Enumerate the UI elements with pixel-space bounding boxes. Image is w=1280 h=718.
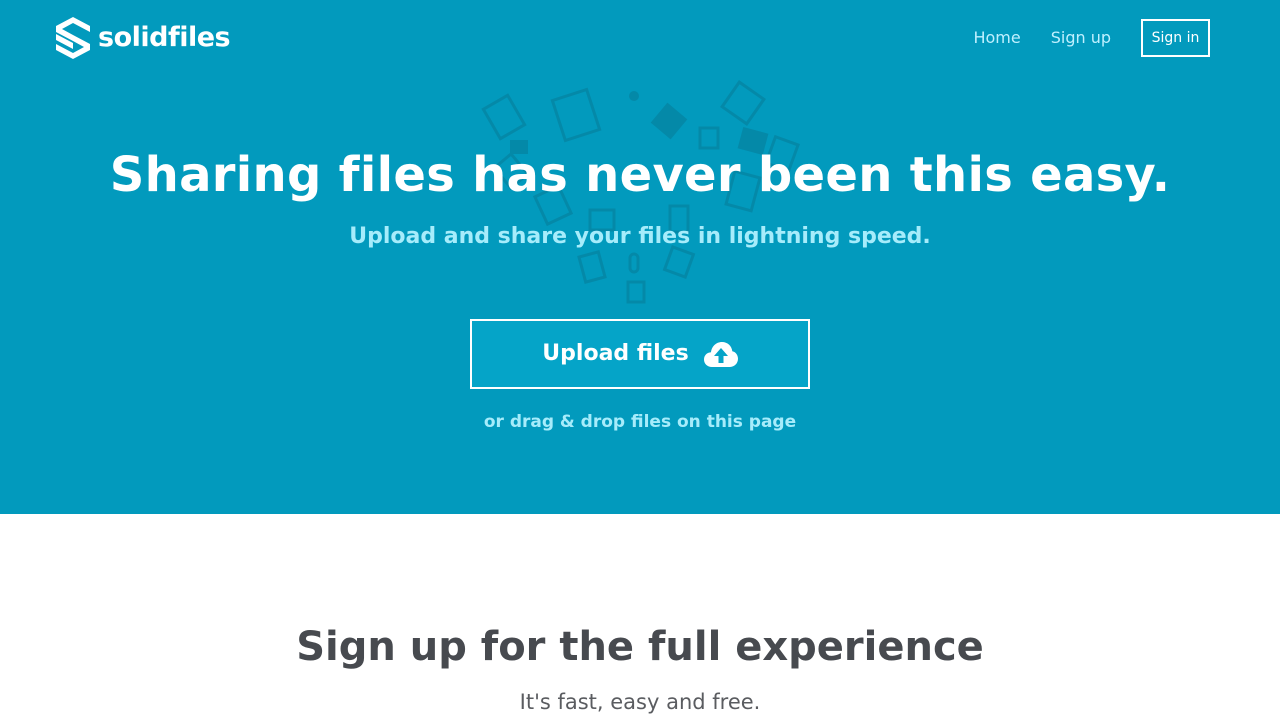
hero-section: solidfiles Home Sign up Sign in Sharing … — [0, 0, 1280, 514]
brand-name: solidfiles — [98, 22, 231, 53]
hero-headline: Sharing files has never been this easy. — [109, 147, 1171, 203]
cloud-upload-icon — [703, 342, 738, 367]
signin-button[interactable]: Sign in — [1141, 19, 1210, 57]
signup-title: Sign up for the full experience — [296, 624, 984, 670]
solidfiles-logo-mark-icon — [56, 17, 90, 59]
drag-drop-hint: or drag & drop files on this page — [483, 412, 797, 432]
signup-subtitle: It's fast, easy and free. — [519, 690, 761, 714]
top-nav: Home Sign up Sign in — [973, 19, 1210, 57]
upload-button-label: Upload files — [542, 341, 689, 366]
hero-subline: Upload and share your files in lightning… — [349, 224, 931, 249]
logo[interactable]: solidfiles — [56, 17, 231, 59]
upload-files-button[interactable]: Upload files — [470, 319, 810, 389]
nav-signup-link[interactable]: Sign up — [1051, 19, 1111, 57]
nav-home-link[interactable]: Home — [973, 19, 1020, 57]
